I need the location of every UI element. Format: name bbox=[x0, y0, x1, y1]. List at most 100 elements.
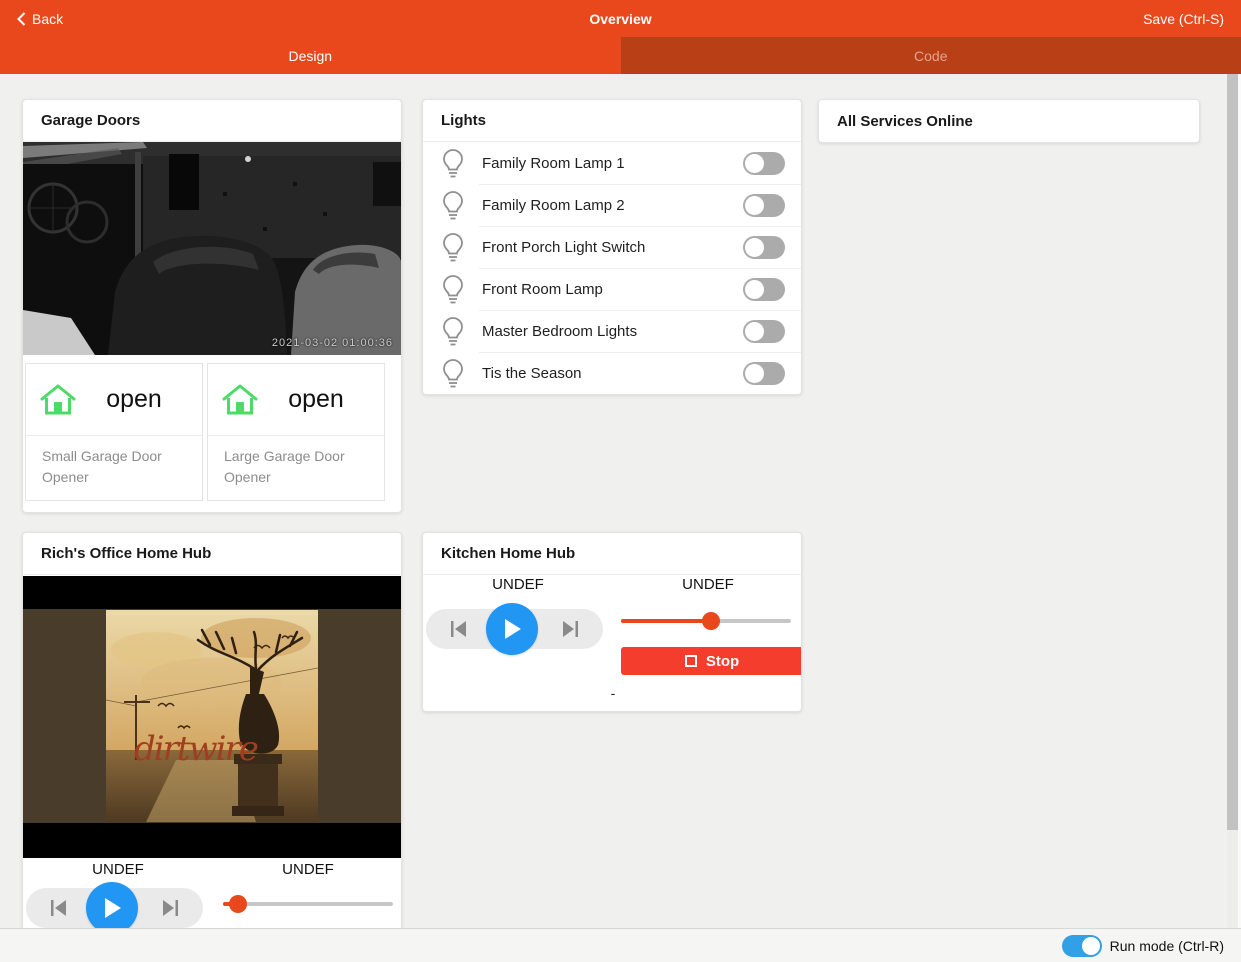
light-row[interactable]: Front Room Lamp bbox=[423, 268, 801, 310]
toggle-knob bbox=[1082, 937, 1100, 955]
toggle-knob bbox=[745, 154, 764, 173]
hub-status-right: UNDEF bbox=[613, 576, 802, 593]
garage-door-cell: open Large Garage Door Opener bbox=[207, 363, 385, 501]
skip-previous-icon bbox=[450, 621, 468, 637]
scrollbar-thumb[interactable] bbox=[1227, 74, 1238, 830]
save-button[interactable]: Save (Ctrl-S) bbox=[1143, 11, 1224, 27]
small-garage-open-button[interactable]: open bbox=[26, 364, 202, 436]
light-toggle[interactable] bbox=[743, 320, 785, 343]
album-title-text: dirtwire bbox=[134, 729, 258, 769]
card-title: Kitchen Home Hub bbox=[423, 533, 801, 575]
light-label: Family Room Lamp 2 bbox=[482, 197, 743, 214]
back-chevron-icon bbox=[17, 12, 26, 26]
light-toggle[interactable] bbox=[743, 152, 785, 175]
slider-fill bbox=[621, 619, 711, 623]
run-mode-label: Run mode (Ctrl-R) bbox=[1110, 938, 1224, 954]
light-row[interactable]: Tis the Season bbox=[423, 352, 801, 394]
volume-slider-knob[interactable] bbox=[229, 895, 247, 913]
light-toggle[interactable] bbox=[743, 236, 785, 259]
bulb-icon bbox=[441, 274, 465, 305]
media-track-label: - bbox=[423, 685, 802, 701]
light-toggle[interactable] bbox=[743, 194, 785, 217]
page-title: Overview bbox=[0, 11, 1241, 27]
garage-door-cell: open Small Garage Door Opener bbox=[25, 363, 203, 501]
skip-next-icon bbox=[161, 900, 179, 916]
play-button[interactable] bbox=[86, 882, 138, 928]
back-button[interactable]: Back bbox=[17, 11, 63, 27]
light-label: Front Porch Light Switch bbox=[482, 239, 743, 256]
bulb-icon bbox=[441, 190, 465, 221]
toggle-knob bbox=[745, 364, 764, 383]
hub-status-row: UNDEF UNDEF bbox=[423, 576, 802, 593]
card-title: All Services Online bbox=[819, 100, 1199, 142]
light-label: Tis the Season bbox=[482, 365, 743, 382]
volume-slider[interactable] bbox=[621, 612, 791, 630]
large-garage-open-button[interactable]: open bbox=[208, 364, 384, 436]
skip-next-button[interactable] bbox=[161, 900, 179, 916]
stop-label: Stop bbox=[706, 653, 739, 670]
skip-next-icon bbox=[561, 621, 579, 637]
volume-slider-knob[interactable] bbox=[702, 612, 720, 630]
tab-bar: Design Code bbox=[0, 37, 1241, 74]
light-row[interactable]: Master Bedroom Lights bbox=[423, 310, 801, 352]
door-state: open bbox=[258, 385, 384, 414]
light-row[interactable]: Family Room Lamp 2 bbox=[423, 184, 801, 226]
light-row[interactable]: Front Porch Light Switch bbox=[423, 226, 801, 268]
tab-code[interactable]: Code bbox=[621, 37, 1241, 74]
light-label: Front Room Lamp bbox=[482, 281, 743, 298]
skip-next-button[interactable] bbox=[561, 621, 579, 637]
skip-previous-button[interactable] bbox=[450, 621, 468, 637]
lights-card: Lights Family Room Lamp 1 Family Room La… bbox=[422, 99, 802, 395]
door-label: Large Garage Door Opener bbox=[208, 436, 384, 500]
light-label: Family Room Lamp 1 bbox=[482, 155, 743, 172]
garage-camera-feed: 2021-03-02 01:00:36 bbox=[23, 142, 401, 355]
album-art-image: dirtwire bbox=[106, 610, 318, 822]
stop-icon bbox=[685, 655, 697, 667]
play-icon bbox=[502, 618, 522, 640]
card-title: Garage Doors bbox=[23, 100, 401, 142]
play-button[interactable] bbox=[486, 603, 538, 655]
card-title: Lights bbox=[423, 100, 801, 142]
hub-status-row: UNDEF UNDEF bbox=[23, 861, 402, 878]
volume-slider[interactable] bbox=[223, 895, 393, 913]
vertical-scrollbar[interactable] bbox=[1227, 74, 1238, 928]
hub-status-right: UNDEF bbox=[213, 861, 402, 878]
light-label: Master Bedroom Lights bbox=[482, 323, 743, 340]
slider-track[interactable] bbox=[223, 902, 393, 906]
light-toggle[interactable] bbox=[743, 278, 785, 301]
skip-previous-icon bbox=[50, 900, 68, 916]
light-toggle[interactable] bbox=[743, 362, 785, 385]
garage-door-icon bbox=[222, 383, 258, 416]
camera-timestamp: 2021-03-02 01:00:36 bbox=[272, 337, 393, 349]
status-bar: Run mode (Ctrl-R) bbox=[0, 928, 1241, 962]
run-mode-toggle[interactable] bbox=[1062, 935, 1102, 957]
light-row[interactable]: Family Room Lamp 1 bbox=[423, 142, 801, 184]
bulb-icon bbox=[441, 358, 465, 389]
garage-doors-card: Garage Doors bbox=[22, 99, 402, 513]
toggle-knob bbox=[745, 238, 764, 257]
bulb-icon bbox=[441, 232, 465, 263]
toggle-knob bbox=[745, 322, 764, 341]
bulb-icon bbox=[441, 316, 465, 347]
services-status-card: All Services Online bbox=[818, 99, 1200, 143]
toggle-knob bbox=[745, 196, 764, 215]
door-state: open bbox=[76, 385, 202, 414]
toggle-knob bbox=[745, 280, 764, 299]
design-canvas: Garage Doors bbox=[0, 74, 1241, 928]
stop-button[interactable]: Stop bbox=[621, 647, 802, 675]
office-hub-card: Rich's Office Home Hub bbox=[22, 532, 402, 928]
hub-status-left: UNDEF bbox=[423, 576, 613, 593]
bulb-icon bbox=[441, 148, 465, 179]
tab-design[interactable]: Design bbox=[0, 37, 621, 74]
play-icon bbox=[102, 897, 122, 919]
card-title: Rich's Office Home Hub bbox=[23, 533, 401, 575]
back-label: Back bbox=[32, 11, 63, 27]
garage-door-icon bbox=[40, 383, 76, 416]
kitchen-hub-card: Kitchen Home Hub UNDEF UNDEF bbox=[422, 532, 802, 712]
garage-door-cells: open Small Garage Door Opener open Large… bbox=[25, 363, 385, 501]
now-playing-artwork: dirtwire bbox=[23, 576, 401, 858]
top-bar: Back Overview Save (Ctrl-S) bbox=[0, 0, 1241, 37]
door-label: Small Garage Door Opener bbox=[26, 436, 202, 500]
garage-camera-image bbox=[23, 142, 401, 355]
skip-previous-button[interactable] bbox=[50, 900, 68, 916]
